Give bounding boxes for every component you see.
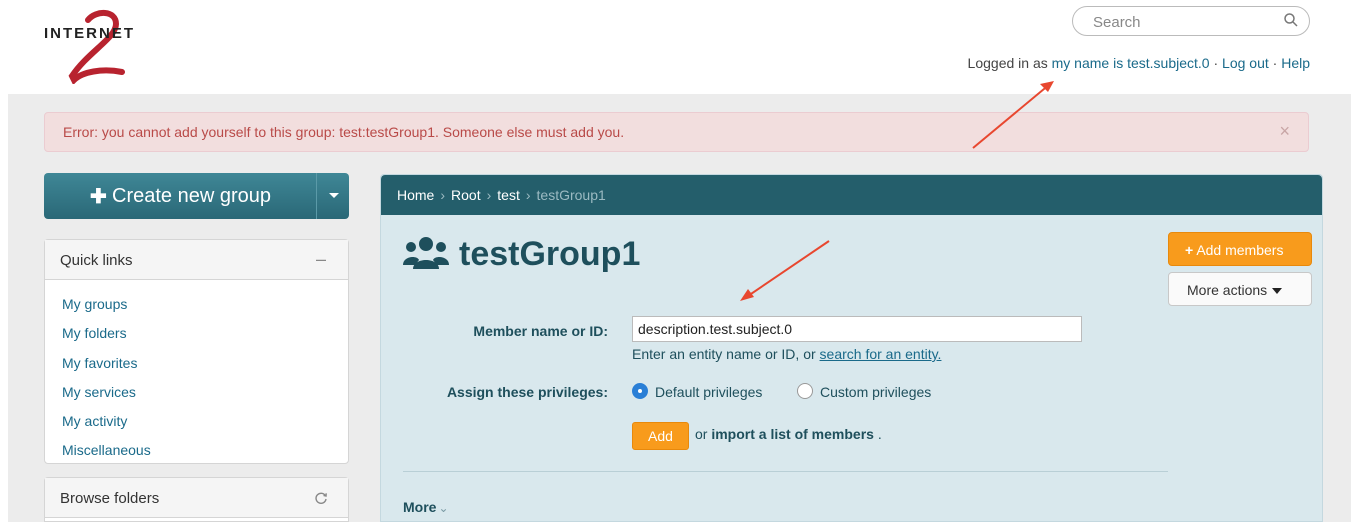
more-actions-button[interactable]: More actions bbox=[1168, 272, 1312, 306]
add-members-button[interactable]: + Add members bbox=[1168, 232, 1312, 266]
quick-link-my-folders[interactable]: My folders bbox=[62, 325, 151, 354]
search-icon[interactable] bbox=[1283, 12, 1299, 28]
import-text: or import a list of members . bbox=[695, 426, 882, 442]
member-name-label: Member name or ID: bbox=[473, 323, 608, 339]
quick-link-my-services[interactable]: My services bbox=[62, 384, 151, 413]
quick-link-my-activity[interactable]: My activity bbox=[62, 413, 151, 442]
caret-down-icon bbox=[1272, 288, 1283, 295]
quick-links-panel: Quick links – My groups My folders My fa… bbox=[44, 239, 349, 464]
help-prefix: Enter an entity name or ID, or bbox=[632, 346, 816, 362]
create-group-dropdown[interactable] bbox=[316, 173, 349, 219]
internet2-logo[interactable]: INTERNET bbox=[44, 8, 164, 84]
group-users-icon bbox=[403, 237, 449, 269]
separator: · bbox=[1272, 55, 1278, 71]
search-entity-link[interactable]: search for an entity. bbox=[820, 346, 942, 362]
create-group-main[interactable]: ✚ Create new group bbox=[44, 173, 316, 219]
collapse-icon[interactable]: – bbox=[316, 249, 326, 270]
browse-folders-title: Browse folders bbox=[60, 490, 160, 507]
chevron-down-icon bbox=[329, 193, 339, 198]
more-toggle[interactable]: More ⌄ bbox=[403, 499, 449, 515]
group-title: testGroup1 bbox=[459, 235, 641, 273]
logged-in-prefix: Logged in as bbox=[967, 55, 1048, 71]
error-alert: Error: you cannot add yourself to this g… bbox=[44, 112, 1309, 152]
breadcrumb-separator: › bbox=[440, 187, 446, 203]
breadcrumb: Home › Root › test › testGroup1 bbox=[381, 175, 1322, 215]
page-header: INTERNET Search Logged in as my name is … bbox=[0, 0, 1351, 94]
group-content-panel: Home › Root › test › testGroup1 testGroup1 + A… bbox=[380, 174, 1323, 522]
member-name-input[interactable] bbox=[632, 316, 1082, 342]
default-privileges-radio[interactable] bbox=[632, 383, 648, 399]
breadcrumb-items: Home › Root › test › testGroup1 bbox=[397, 187, 606, 203]
period: . bbox=[877, 426, 882, 442]
quick-links-list: My groups My folders My favorites My ser… bbox=[62, 296, 151, 472]
error-message: Error: you cannot add yourself to this g… bbox=[63, 124, 625, 140]
logo-text: INTERNET bbox=[44, 25, 135, 42]
breadcrumb-test[interactable]: test bbox=[497, 187, 520, 203]
help-link[interactable]: Help bbox=[1281, 55, 1310, 71]
default-privileges-label[interactable]: Default privileges bbox=[655, 384, 762, 400]
chevron-down-icon: ⌄ bbox=[438, 501, 449, 515]
quick-link-my-favorites[interactable]: My favorites bbox=[62, 355, 151, 384]
plus-icon: ✚ bbox=[90, 186, 107, 208]
import-list-link[interactable]: import a list of members bbox=[711, 426, 874, 442]
add-button[interactable]: Add bbox=[632, 422, 689, 450]
breadcrumb-separator: › bbox=[525, 187, 531, 203]
create-new-group-button[interactable]: ✚ Create new group bbox=[44, 173, 349, 219]
quick-links-title: Quick links bbox=[60, 252, 133, 269]
plus-icon: + bbox=[1185, 242, 1194, 258]
refresh-icon[interactable] bbox=[314, 491, 328, 505]
or-label: or bbox=[695, 426, 708, 442]
privileges-label: Assign these privileges: bbox=[446, 384, 608, 400]
quick-links-header[interactable]: Quick links – bbox=[45, 240, 348, 280]
browse-folders-panel: Browse folders bbox=[44, 477, 349, 522]
member-help-text: Enter an entity name or ID, or search fo… bbox=[632, 346, 941, 362]
breadcrumb-separator: › bbox=[486, 187, 492, 203]
more-label: More bbox=[403, 499, 437, 515]
custom-privileges-label[interactable]: Custom privileges bbox=[820, 384, 931, 400]
add-members-label: + Add members bbox=[1185, 242, 1283, 258]
section-divider bbox=[403, 471, 1168, 472]
quick-link-my-groups[interactable]: My groups bbox=[62, 296, 151, 325]
close-icon[interactable]: × bbox=[1279, 121, 1290, 142]
add-members-text: Add members bbox=[1196, 242, 1284, 258]
breadcrumb-current: testGroup1 bbox=[536, 187, 606, 203]
custom-privileges-radio[interactable] bbox=[797, 383, 813, 399]
search-placeholder: Search bbox=[1093, 14, 1141, 31]
create-group-label: Create new group bbox=[112, 185, 271, 207]
separator: · bbox=[1213, 55, 1219, 71]
breadcrumb-home[interactable]: Home bbox=[397, 187, 434, 203]
logo-2-mark-icon bbox=[68, 10, 125, 84]
breadcrumb-root[interactable]: Root bbox=[451, 187, 481, 203]
quick-link-miscellaneous[interactable]: Miscellaneous bbox=[62, 442, 151, 471]
search-input[interactable]: Search bbox=[1072, 6, 1310, 36]
user-name-link[interactable]: my name is test.subject.0 bbox=[1052, 55, 1210, 71]
more-actions-label: More actions bbox=[1187, 282, 1283, 298]
login-status: Logged in as my name is test.subject.0 ·… bbox=[968, 55, 1310, 71]
browse-folders-header[interactable]: Browse folders bbox=[45, 478, 348, 518]
more-actions-text: More actions bbox=[1187, 282, 1268, 298]
logout-link[interactable]: Log out bbox=[1222, 55, 1269, 71]
